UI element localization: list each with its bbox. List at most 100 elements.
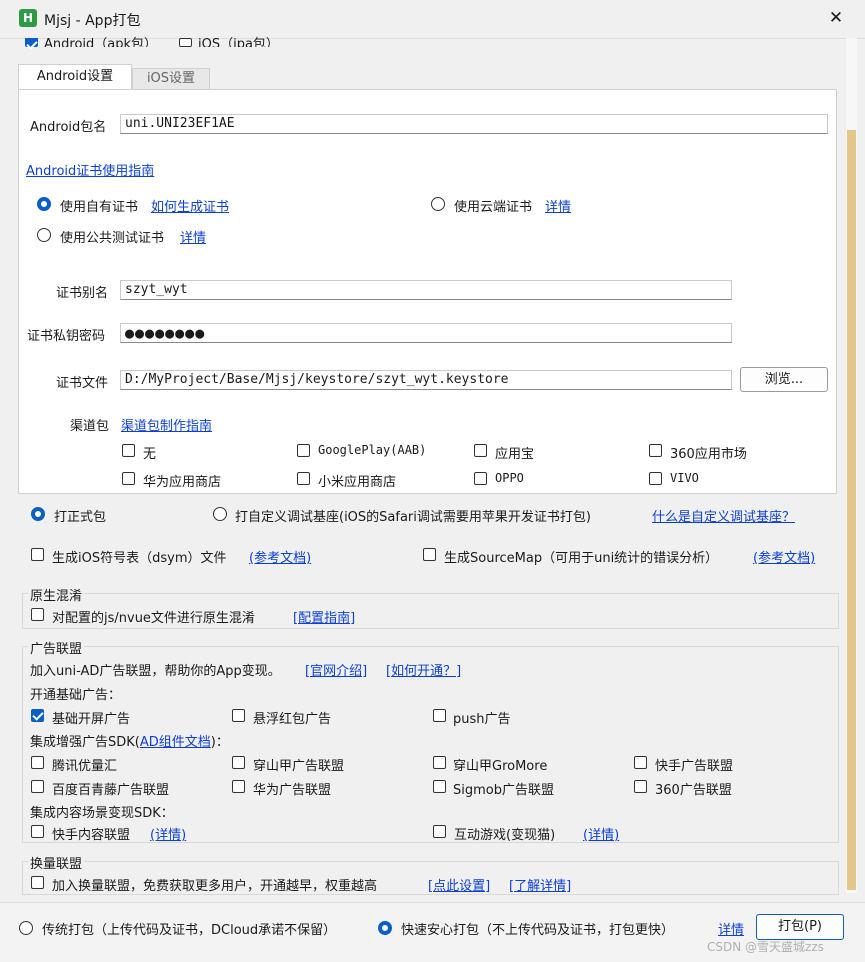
ad-sdk-checkbox-tencent[interactable] <box>31 756 44 769</box>
tab-android-settings[interactable]: Android设置 <box>18 64 132 90</box>
own-cert-link[interactable]: 如何生成证书 <box>151 196 229 215</box>
ad-sdk-label-sigmob: Sigmob广告联盟 <box>453 783 554 798</box>
ios-ipa-label: iOS（ipa包） <box>198 37 279 47</box>
pack-button[interactable]: 打包(P) <box>756 914 844 940</box>
ad-content-link-kuaishou[interactable]: (详情) <box>150 824 186 843</box>
ad-sdk-label-360: 360广告联盟 <box>655 783 732 798</box>
ads-sdk-label-prefix: 集成增强广告SDK( <box>30 735 140 750</box>
ad-sdk-label-baidu: 百度百青藤广告联盟 <box>52 783 170 798</box>
channel-checkbox-yingyongbao[interactable] <box>474 444 487 457</box>
channel-label-yingyongbao: 应用宝 <box>495 447 535 462</box>
ios-ipa-checkbox[interactable] <box>179 38 192 47</box>
channel-checkbox-none[interactable] <box>122 444 135 457</box>
ad-sdk-label-pangle: 穿山甲广告联盟 <box>253 759 345 774</box>
cloud-cert-link[interactable]: 详情 <box>545 196 571 215</box>
cert-alias-input[interactable]: szyt_wyt <box>120 280 732 300</box>
close-icon[interactable]: ✕ <box>824 6 848 30</box>
ads-sdk-label: 集成增强广告SDK(AD组件文档)： <box>30 731 229 750</box>
android-cert-guide-link[interactable]: Android证书使用指南 <box>26 160 154 179</box>
csdn-watermark: CSDN @雪天盛城zzs <box>707 940 824 954</box>
public-cert-radio[interactable] <box>37 228 51 242</box>
android-apk-checkbox[interactable] <box>25 38 38 47</box>
ad-sdk-label-huawei: 华为广告联盟 <box>253 783 332 798</box>
ad-basic-label-splash: 基础开屏广告 <box>52 712 131 727</box>
sourcemap-doc-link[interactable]: (参考文档) <box>753 547 815 566</box>
channel-guide-link[interactable]: 渠道包制作指南 <box>121 415 212 434</box>
own-cert-radio[interactable] <box>37 197 51 211</box>
dsym-label: 生成iOS符号表（dsym）文件 <box>52 551 227 566</box>
fast-pack-detail-link[interactable]: 详情 <box>718 919 744 938</box>
ad-sdk-checkbox-pangle[interactable] <box>232 756 245 769</box>
cert-password-label: 证书私钥密码 <box>27 329 106 344</box>
exchange-detail-link[interactable]: [了解详情] <box>509 875 571 894</box>
cert-file-label: 证书文件 <box>56 376 109 391</box>
channel-checkbox-vivo[interactable] <box>649 472 662 485</box>
package-name-input[interactable]: uni.UNI23EF1AE <box>120 114 828 134</box>
exchange-title: 换量联盟 <box>28 853 85 872</box>
ad-basic-label-push: push广告 <box>453 712 511 727</box>
channel-label-xiaomi: 小米应用商店 <box>318 475 397 490</box>
obfuscation-label: 对配置的js/nvue文件进行原生混淆 <box>52 611 255 626</box>
ad-basic-checkbox-redpacket[interactable] <box>232 709 245 722</box>
ad-content-link-game[interactable]: (详情) <box>583 824 619 843</box>
exchange-setup-link[interactable]: [点此设置] <box>428 875 490 894</box>
fast-pack-radio[interactable] <box>378 921 392 935</box>
dsym-doc-link[interactable]: (参考文档) <box>249 547 311 566</box>
ad-sdk-checkbox-kuaishou[interactable] <box>634 756 647 769</box>
channel-checkbox-googleplay[interactable] <box>297 444 310 457</box>
sourcemap-label: 生成SourceMap（可用于uni统计的错误分析） <box>444 551 719 566</box>
channel-label-360: 360应用市场 <box>670 447 747 462</box>
ad-sdk-checkbox-gromore[interactable] <box>433 756 446 769</box>
ads-sdk-doc-link[interactable]: AD组件文档 <box>140 735 211 750</box>
channel-checkbox-huawei[interactable] <box>122 472 135 485</box>
cert-alias-label: 证书别名 <box>56 286 109 301</box>
ad-content-label-kuaishou: 快手内容联盟 <box>52 828 131 843</box>
ad-sdk-checkbox-huawei[interactable] <box>232 780 245 793</box>
ad-content-label-game: 互动游戏(变现猫) <box>454 828 556 843</box>
ad-basic-checkbox-splash[interactable] <box>31 709 44 722</box>
obfuscation-guide-link[interactable]: [配置指南] <box>293 607 355 626</box>
tab-ios-settings[interactable]: iOS设置 <box>132 68 210 90</box>
channel-label-huawei: 华为应用商店 <box>143 475 222 490</box>
formal-build-label: 打正式包 <box>54 510 107 525</box>
custom-base-radio[interactable] <box>213 507 227 521</box>
scrollbar-thumb[interactable] <box>847 130 856 890</box>
ads-intro-link-official[interactable]: [官网介绍] <box>305 660 367 679</box>
ad-sdk-checkbox-360[interactable] <box>634 780 647 793</box>
cloud-cert-label: 使用云端证书 <box>454 200 533 215</box>
ad-content-checkbox-game[interactable] <box>433 825 446 838</box>
obfuscation-checkbox[interactable] <box>31 608 44 621</box>
channel-checkbox-xiaomi[interactable] <box>297 472 310 485</box>
exchange-checkbox[interactable] <box>31 876 44 889</box>
ad-basic-checkbox-push[interactable] <box>433 709 446 722</box>
ad-sdk-label-kuaishou: 快手广告联盟 <box>655 759 734 774</box>
dsym-checkbox[interactable] <box>31 548 44 561</box>
own-cert-label: 使用自有证书 <box>60 200 139 215</box>
channel-checkbox-oppo[interactable] <box>474 472 487 485</box>
traditional-pack-radio[interactable] <box>19 921 33 935</box>
cloud-cert-radio[interactable] <box>431 197 445 211</box>
cert-file-input[interactable]: D:/MyProject/Base/Mjsj/keystore/szyt_wyt… <box>120 370 732 390</box>
app-icon: H <box>19 9 37 27</box>
package-name-label: Android包名 <box>30 120 107 135</box>
cert-password-input[interactable]: ●●●●●●●● <box>120 323 732 343</box>
custom-base-link[interactable]: 什么是自定义调试基座？ <box>652 506 795 525</box>
sourcemap-checkbox[interactable] <box>423 548 436 561</box>
ad-sdk-checkbox-sigmob[interactable] <box>433 780 446 793</box>
ad-sdk-checkbox-baidu[interactable] <box>31 780 44 793</box>
ad-content-checkbox-kuaishou[interactable] <box>31 825 44 838</box>
ads-intro: 加入uni-AD广告联盟，帮助你的App变现。 <box>30 664 281 679</box>
channel-checkbox-360[interactable] <box>649 444 662 457</box>
channel-label-googleplay: GooglePlay(AAB) <box>318 443 427 457</box>
ads-sdk-label-suffix: )： <box>210 735 229 750</box>
public-cert-link[interactable]: 详情 <box>180 227 206 246</box>
obfuscation-title: 原生混淆 <box>28 585 85 604</box>
channel-label: 渠道包 <box>70 419 110 434</box>
exchange-label: 加入换量联盟，免费获取更多用户，开通越早，权重越高 <box>52 879 378 894</box>
public-cert-label: 使用公共测试证书 <box>60 231 165 246</box>
ads-content-label: 集成内容场景变现SDK： <box>30 806 174 821</box>
traditional-pack-label: 传统打包（上传代码及证书，DCloud承诺不保留） <box>42 923 337 938</box>
browse-button[interactable]: 浏览... <box>740 367 828 392</box>
formal-build-radio[interactable] <box>31 507 45 521</box>
ads-intro-link-howto[interactable]: [如何开通？] <box>386 660 461 679</box>
